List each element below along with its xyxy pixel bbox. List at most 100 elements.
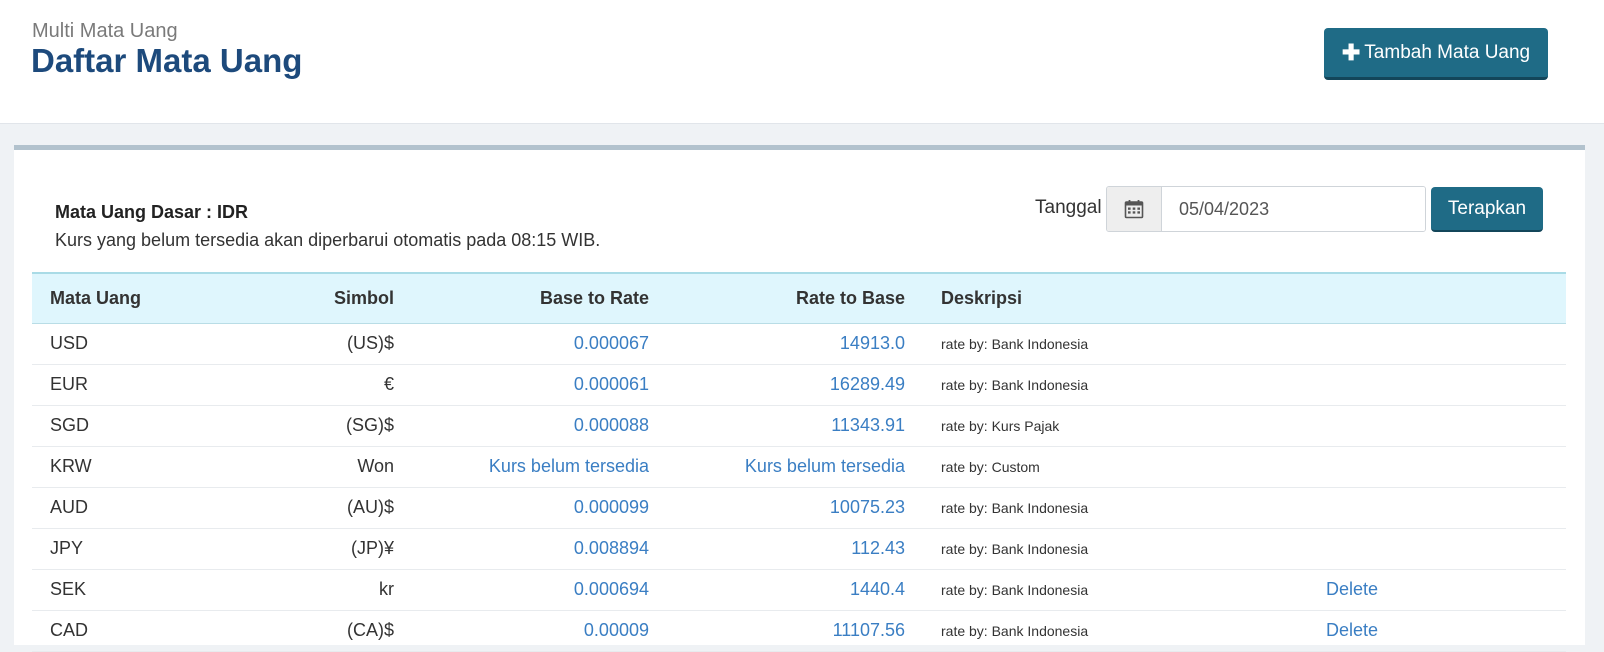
base-to-rate-link[interactable]: 0.000067 (574, 333, 649, 353)
description-prefix: rate by: (941, 458, 992, 475)
description-cell: rate by: Bank Indonesia (923, 487, 1308, 529)
date-label: Tanggal (1035, 197, 1102, 218)
rate-to-base-cell: Kurs belum tersedia (667, 446, 923, 488)
rate-to-base-cell: 112.43 (667, 528, 923, 570)
column-header-base-to-rate[interactable]: Base to Rate (412, 273, 667, 323)
description-cell: rate by: Kurs Pajak (923, 405, 1308, 447)
rate-to-base-link[interactable]: 1440.4 (850, 579, 905, 599)
base-to-rate-cell: 0.000067 (412, 323, 667, 365)
row-action-cell (1308, 323, 1566, 365)
table-row: AUD (AU)$ 0.000099 10075.23 rate by: Bank In… (32, 487, 1566, 529)
base-to-rate-link[interactable]: 0.008894 (574, 538, 649, 558)
rate-to-base-cell: 14913.0 (667, 323, 923, 365)
add-currency-button[interactable]: ✚ Tambah Mata Uang (1324, 28, 1548, 80)
column-header-action (1308, 273, 1566, 323)
currency-symbol: € (242, 364, 412, 406)
rate-to-base-cell: 1440.4 (667, 569, 923, 611)
rate-to-base-cell: 10075.23 (667, 487, 923, 529)
base-to-rate-link[interactable]: 0.000694 (574, 579, 649, 599)
row-action-cell (1308, 364, 1566, 406)
rate-to-base-link[interactable]: Kurs belum tersedia (745, 456, 905, 476)
base-to-rate-link[interactable]: 0.000061 (574, 374, 649, 394)
calendar-icon[interactable] (1107, 187, 1162, 231)
description-prefix: rate by: (941, 581, 992, 598)
table-row: JPY (JP)¥ 0.008894 112.43 rate by: Bank Indo… (32, 528, 1566, 570)
page-header: Multi Mata Uang Daftar Mata Uang ✚ Tamba… (0, 0, 1604, 124)
currency-symbol: kr (242, 569, 412, 611)
description-source: Bank Indonesia (991, 335, 1089, 352)
rate-to-base-link[interactable]: 14913.0 (840, 333, 905, 353)
auto-update-note: Kurs yang belum tersedia akan diperbarui… (55, 230, 601, 250)
rate-to-base-link[interactable]: 11343.91 (831, 415, 905, 435)
currency-symbol: (AU)$ (242, 487, 412, 529)
column-header-currency[interactable]: Mata Uang (32, 273, 242, 323)
row-action-cell: Delete (1308, 569, 1566, 611)
description-cell: rate by: Bank Indonesia (923, 364, 1308, 406)
table-row: KRW Won Kurs belum tersedia Kurs belum ters… (32, 446, 1566, 488)
currency-code: AUD (32, 487, 242, 529)
page-title: Daftar Mata Uang (31, 42, 303, 79)
description-cell: rate by: Bank Indonesia (923, 569, 1308, 611)
apply-button[interactable]: Terapkan (1431, 187, 1543, 232)
description-prefix: rate by: (941, 335, 992, 352)
table-header-row: Mata Uang Simbol Base to Rate Rate to Ba… (32, 273, 1566, 323)
currency-symbol: (JP)¥ (242, 528, 412, 570)
column-header-rate-to-base[interactable]: Rate to Base (667, 273, 923, 323)
description-source: Bank Indonesia (991, 376, 1089, 393)
currency-code: JPY (32, 528, 242, 570)
description-cell: rate by: Bank Indonesia (923, 323, 1308, 365)
description-source: Kurs Pajak (991, 417, 1060, 434)
table-row: SGD (SG)$ 0.000088 11343.91 rate by: Kurs Pa… (32, 405, 1566, 447)
currency-code: SEK (32, 569, 242, 611)
row-action-cell (1308, 487, 1566, 529)
row-action-cell (1308, 405, 1566, 447)
description-source: Bank Indonesia (991, 581, 1089, 598)
base-to-rate-cell: 0.000088 (412, 405, 667, 447)
page-subtitle: Multi Mata Uang (32, 20, 178, 42)
base-to-rate-cell: 0.000099 (412, 487, 667, 529)
base-to-rate-cell: 0.000694 (412, 569, 667, 611)
currency-symbol: (US)$ (242, 323, 412, 365)
table-row: USD (US)$ 0.000067 14913.0 rate by: Bank Ind… (32, 323, 1566, 365)
base-to-rate-cell: 0.000061 (412, 364, 667, 406)
date-picker[interactable] (1106, 186, 1426, 232)
currency-symbol: (SG)$ (242, 405, 412, 447)
row-action-cell (1308, 446, 1566, 488)
base-to-rate-link[interactable]: 0.000099 (574, 497, 649, 517)
description-prefix: rate by: (941, 499, 992, 516)
currency-table: Mata Uang Simbol Base to Rate Rate to Ba… (32, 272, 1566, 652)
base-to-rate-link[interactable]: 0.000088 (574, 415, 649, 435)
description-prefix: rate by: (941, 540, 992, 557)
description-cell: rate by: Custom (923, 446, 1308, 488)
currency-code: SGD (32, 405, 242, 447)
row-action-cell (1308, 528, 1566, 570)
table-row: SEK kr 0.000694 1440.4 rate by: Bank Indones… (32, 569, 1566, 611)
base-to-rate-cell: Kurs belum tersedia (412, 446, 667, 488)
column-header-symbol[interactable]: Simbol (242, 273, 412, 323)
rate-to-base-link[interactable]: 16289.49 (830, 374, 905, 394)
description-cell: rate by: Bank Indonesia (923, 528, 1308, 570)
column-header-description[interactable]: Deskripsi (923, 273, 1308, 323)
base-to-rate-link[interactable]: 0.00009 (584, 620, 649, 640)
currency-code: KRW (32, 446, 242, 488)
delete-link[interactable]: Delete (1326, 579, 1378, 599)
description-source: Custom (991, 458, 1040, 475)
rate-to-base-link[interactable]: 10075.23 (830, 497, 905, 517)
description-prefix: rate by: (941, 417, 992, 434)
description-prefix: rate by: (941, 376, 992, 393)
plus-icon: ✚ (1341, 39, 1361, 65)
rate-to-base-link[interactable]: 11107.56 (833, 620, 905, 640)
base-currency-label: Mata Uang Dasar : IDR (55, 202, 249, 222)
currency-code: EUR (32, 364, 242, 406)
delete-link[interactable]: Delete (1326, 620, 1378, 640)
base-to-rate-link[interactable]: Kurs belum tersedia (489, 456, 649, 476)
description-source: Bank Indonesia (991, 540, 1089, 557)
currency-code: USD (32, 323, 242, 365)
rate-to-base-link[interactable]: 112.43 (851, 538, 905, 558)
description-prefix: rate by: (941, 622, 992, 639)
rate-to-base-cell: 16289.49 (667, 364, 923, 406)
currency-symbol: Won (242, 446, 412, 488)
add-currency-label: Tambah Mata Uang (1364, 41, 1531, 63)
description-source: Bank Indonesia (991, 622, 1089, 639)
date-input[interactable] (1162, 187, 1425, 231)
